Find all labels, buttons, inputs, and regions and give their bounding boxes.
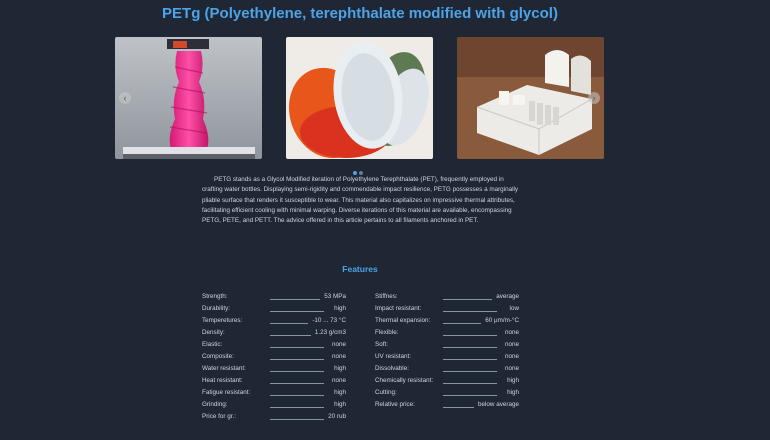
feature-label: Heat resistant: xyxy=(202,377,243,384)
feature-label: Grinding: xyxy=(202,401,228,408)
feature-leader-line xyxy=(270,323,309,324)
feature-leader-line xyxy=(270,395,324,396)
feature-value: high xyxy=(507,377,519,384)
feature-value: low xyxy=(509,305,519,312)
feature-row: Thermal expansion: 60 μm/m-°C xyxy=(375,317,519,329)
features-heading: Features xyxy=(342,264,378,274)
feature-leader-line xyxy=(443,323,482,324)
feature-label: Elastic: xyxy=(202,341,223,348)
feature-value: none xyxy=(504,365,519,372)
feature-value: 60 μm/m-°C xyxy=(485,317,519,324)
feature-value: 1.23 g/cm3 xyxy=(314,329,346,336)
feature-leader-line xyxy=(270,347,324,348)
feature-label: Durability: xyxy=(202,305,230,312)
feature-label: Thermal expansion: xyxy=(375,317,431,324)
feature-label: Soft: xyxy=(375,341,388,348)
feature-label: Density: xyxy=(202,329,225,336)
feature-row: Durability: high xyxy=(202,305,346,317)
feature-row: Grinding: high xyxy=(202,401,346,413)
feature-row: Stiffnes: average xyxy=(375,293,519,305)
feature-value: 20 rub xyxy=(328,413,346,420)
features-left-column: Strength: 53 MPa Durability: high Temperetur… xyxy=(202,293,346,425)
feature-value: none xyxy=(331,353,346,360)
feature-label: Flexible: xyxy=(375,329,399,336)
feature-value: high xyxy=(334,401,346,408)
feature-leader-line xyxy=(270,311,324,312)
feature-label: Impact resistant: xyxy=(375,305,422,312)
feature-row: Density: 1.23 g/cm3 xyxy=(202,329,346,341)
feature-leader-line xyxy=(443,371,497,372)
feature-leader-line xyxy=(443,383,497,384)
feature-value: none xyxy=(504,353,519,360)
feature-row: Flexible: none xyxy=(375,329,519,341)
carousel-slide-vase[interactable] xyxy=(115,37,262,159)
feature-leader-line xyxy=(443,359,497,360)
feature-label: Fatigue resistant: xyxy=(202,389,251,396)
feature-leader-line xyxy=(443,335,497,336)
feature-row: Composite: none xyxy=(202,353,346,365)
feature-value: none xyxy=(331,341,346,348)
feature-value: high xyxy=(507,389,519,396)
feature-value: -10 ... 73 °C xyxy=(312,317,346,324)
feature-label: UV resistant: xyxy=(375,353,412,360)
feature-row: Chemically resistant: high xyxy=(375,377,519,389)
feature-row: Cutting: high xyxy=(375,389,519,401)
feature-leader-line xyxy=(270,299,321,300)
feature-leader-line xyxy=(443,299,493,300)
feature-label: Cutting: xyxy=(375,389,397,396)
white-print-model-image xyxy=(457,37,604,159)
feature-label: Stiffnes: xyxy=(375,293,398,300)
feature-row: Relative price: below average xyxy=(375,401,519,413)
feature-label: Relative price: xyxy=(375,401,415,408)
feature-value: none xyxy=(331,377,346,384)
carousel-prev-button[interactable]: ‹ xyxy=(119,92,131,104)
feature-row: Price for gr.: 20 rub xyxy=(202,413,346,425)
feature-label: Strength: xyxy=(202,293,228,300)
feature-leader-line xyxy=(270,335,311,336)
feature-row: Strength: 53 MPa xyxy=(202,293,346,305)
feature-value: none xyxy=(504,341,519,348)
page-title: PETg (Polyethylene, terephthalate modifi… xyxy=(162,5,558,22)
pink-vase-print-image xyxy=(115,37,262,159)
image-carousel[interactable]: ‹ › xyxy=(115,37,605,175)
material-description: PETG stands as a Glycol Modified iterati… xyxy=(202,176,519,225)
carousel-slide-plates[interactable] xyxy=(286,37,433,159)
feature-value: below average xyxy=(478,401,519,408)
feature-row: Elastic: none xyxy=(202,341,346,353)
feature-row: Soft: none xyxy=(375,341,519,353)
feature-label: Composite: xyxy=(202,353,234,360)
feature-leader-line xyxy=(270,383,324,384)
feature-label: Chemically resistant: xyxy=(375,377,434,384)
feature-leader-line xyxy=(270,359,324,360)
feature-leader-line xyxy=(270,371,324,372)
feature-value: average xyxy=(496,293,519,300)
colored-plates-image xyxy=(286,37,433,159)
feature-leader-line xyxy=(270,407,324,408)
feature-row: Fatigue resistant: high xyxy=(202,389,346,401)
feature-label: Price for gr.: xyxy=(202,413,236,420)
feature-leader-line xyxy=(443,311,497,312)
feature-row: Temperetures: -10 ... 73 °C xyxy=(202,317,346,329)
feature-leader-line xyxy=(443,407,475,408)
feature-value: high xyxy=(334,365,346,372)
feature-row: UV resistant: none xyxy=(375,353,519,365)
feature-row: Water resistant: high xyxy=(202,365,346,377)
feature-label: Water resistant: xyxy=(202,365,246,372)
feature-row: Dissolvable: none xyxy=(375,365,519,377)
feature-leader-line xyxy=(270,419,324,420)
feature-value: high xyxy=(334,389,346,396)
feature-leader-line xyxy=(443,395,497,396)
feature-leader-line xyxy=(443,347,497,348)
feature-label: Temperetures: xyxy=(202,317,243,324)
carousel-slide-model[interactable] xyxy=(457,37,604,159)
feature-row: Impact resistant: low xyxy=(375,305,519,317)
carousel-next-button[interactable]: › xyxy=(588,92,600,104)
feature-value: 53 MPa xyxy=(324,293,346,300)
feature-label: Dissolvable: xyxy=(375,365,409,372)
feature-value: high xyxy=(334,305,346,312)
features-right-column: Stiffnes: average Impact resistant: low Ther… xyxy=(375,293,519,413)
feature-value: none xyxy=(504,329,519,336)
feature-row: Heat resistant: none xyxy=(202,377,346,389)
